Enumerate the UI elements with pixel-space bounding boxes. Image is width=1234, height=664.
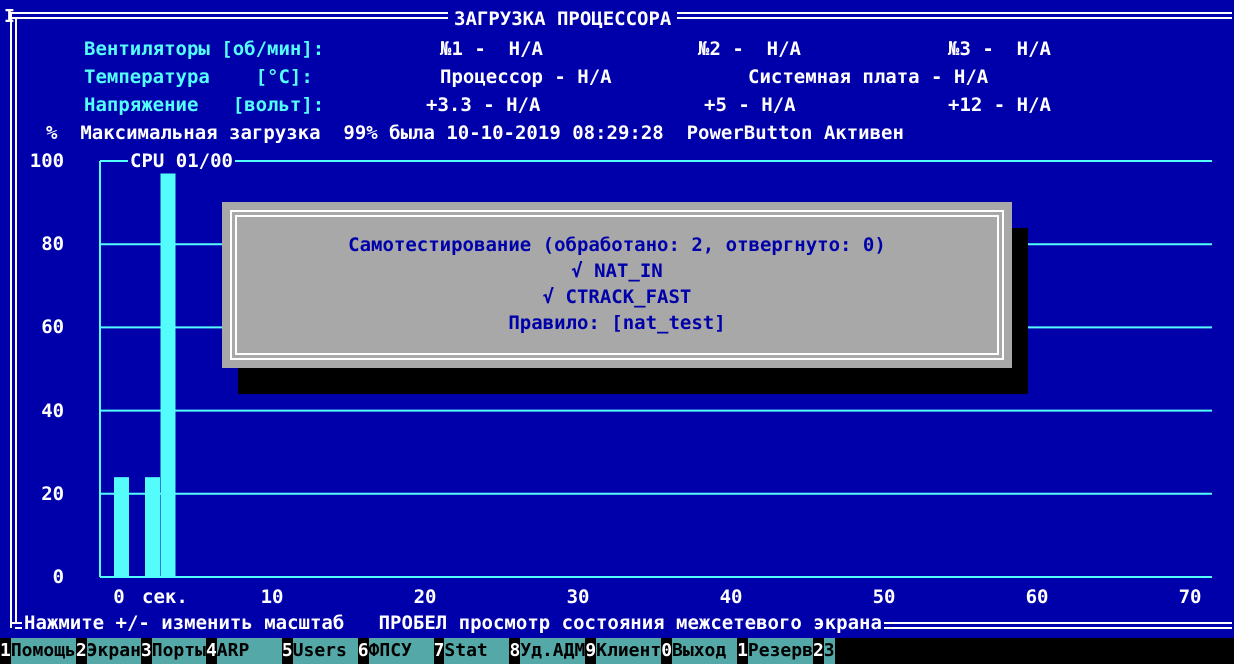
x-tick-label-10: 10 [260, 586, 284, 608]
y-tick-label-60: 60 [41, 316, 65, 339]
dialog-check-ctrack-fast: √ CTRACK_FAST [542, 286, 692, 308]
function-key-number: 7 [433, 638, 445, 664]
function-key-8[interactable]: 8Уд.АДМ [509, 638, 586, 664]
function-key-number: 6 [357, 638, 369, 664]
keyboard-hint: Нажмите +/- изменить масштаб ПРОБЕЛ прос… [22, 612, 884, 634]
function-key-label: Users [292, 638, 358, 664]
x-tick-label-30: 30 [566, 586, 590, 608]
function-key-number: 2 [812, 638, 824, 664]
function-key-label: Уд.АДМ [520, 638, 586, 664]
function-key-number: 1 [0, 638, 11, 664]
dialog-check-nat-in: √ NAT_IN [571, 260, 663, 282]
y-tick-label-20: 20 [41, 482, 65, 505]
cpu-load-bar [160, 173, 176, 578]
function-key-6[interactable]: 6ФПСУ [357, 638, 434, 664]
function-key-label: ARP [216, 638, 282, 664]
dialog-selftest-summary: Самотестирование (обработано: 2, отвергн… [348, 234, 886, 256]
y-tick-label-0: 0 [52, 566, 65, 588]
function-key-11[interactable]: 1Резерв [737, 638, 813, 664]
function-key-number: 3 [140, 638, 152, 664]
selftest-dialog: Самотестирование (обработано: 2, отвергн… [222, 202, 1012, 368]
x-tick-label-50: 50 [872, 586, 896, 608]
x-tick-label-40: 40 [719, 586, 743, 608]
function-key-2[interactable]: 2Экран [75, 638, 141, 664]
function-key-label: Порты [151, 638, 206, 664]
y-tick-label-80: 80 [41, 233, 65, 256]
function-key-bar: 1Помощь2Экран3Порты4ARP 5Users 6ФПСУ 7St… [0, 638, 1234, 664]
function-key-number: 5 [281, 638, 293, 664]
function-key-label: Stat [444, 638, 510, 664]
chart-title: CPU 01/00 [128, 150, 235, 172]
function-key-4[interactable]: 4ARP [205, 638, 282, 664]
function-key-number: 9 [585, 638, 597, 664]
dialog-rule: Правило: [nat_test] [508, 312, 726, 334]
x-tick-label-70: 70 [1178, 586, 1202, 608]
function-key-5[interactable]: 5Users [281, 638, 358, 664]
function-key-label: Помощь [10, 638, 76, 664]
x-tick-label-20: 20 [413, 586, 437, 608]
cpu-load-screen: I ЗАГРУЗКА ПРОЦЕССОРА Вентиляторы [об/ми… [0, 0, 1234, 664]
cpu-load-bar [114, 477, 129, 577]
function-key-1[interactable]: 1Помощь [0, 638, 76, 664]
function-key-number: 2 [75, 638, 87, 664]
y-tick-label-100: 100 [29, 150, 65, 172]
function-key-label: Выход [672, 638, 738, 664]
function-key-label: Клиент [596, 638, 662, 664]
x-tick-label-0: 0 [113, 586, 125, 608]
function-key-label: З [823, 638, 835, 664]
function-key-number: 0 [661, 638, 673, 664]
x-tick-label-60: 60 [1025, 586, 1049, 608]
cpu-load-bar [145, 477, 160, 577]
function-key-3[interactable]: 3Порты [140, 638, 206, 664]
function-key-10[interactable]: 0Выход [661, 638, 738, 664]
function-key-9[interactable]: 9Клиент [585, 638, 662, 664]
function-key-12[interactable]: 2З [812, 638, 835, 664]
y-tick-label-40: 40 [41, 399, 65, 422]
function-key-label: ФПСУ [368, 638, 434, 664]
x-axis-unit: сек. [142, 586, 188, 608]
function-key-label: Экран [86, 638, 141, 664]
function-key-label: Резерв [747, 638, 813, 664]
function-key-number: 4 [205, 638, 217, 664]
function-key-number: 8 [509, 638, 521, 664]
function-key-number: 1 [737, 638, 748, 664]
function-key-7[interactable]: 7Stat [433, 638, 510, 664]
